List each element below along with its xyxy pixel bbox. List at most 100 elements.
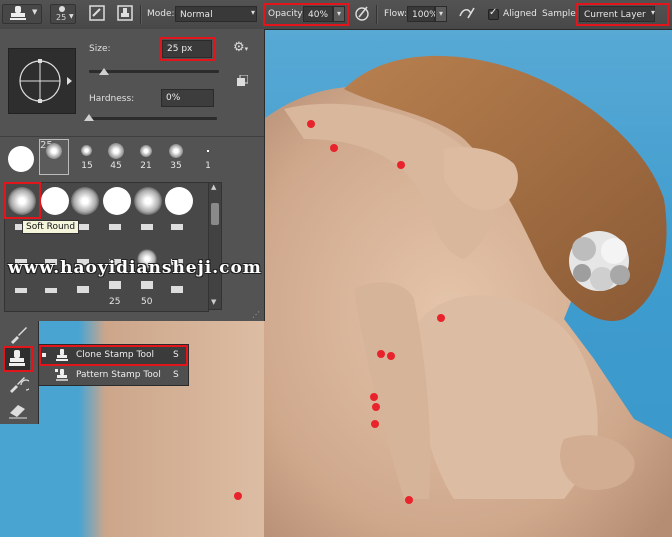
hardness-field[interactable]: 0% [161, 89, 214, 107]
brush-tool-icon [11, 327, 27, 344]
marker-dot [397, 161, 405, 169]
brush-tooltip: Soft Round [22, 220, 80, 234]
aligned-label: Aligned [503, 9, 537, 19]
brush-preset[interactable] [141, 224, 153, 230]
pattern-stamp-tool-label: Pattern Stamp Tool [76, 370, 161, 380]
hardness-label: Hardness: [89, 94, 135, 104]
scroll-up-icon[interactable]: ▲ [211, 183, 216, 191]
brush-size-picker[interactable]: 25 ▼ [50, 4, 76, 24]
soft-round-highlight [4, 182, 41, 219]
clone-stamp-highlight [3, 346, 34, 372]
flow-field[interactable]: 100% [407, 6, 438, 22]
brush-preset[interactable] [171, 224, 183, 230]
chevron-down-icon: ▾ [244, 45, 249, 53]
recent-brush-size: 21 [140, 161, 152, 171]
brush-preset[interactable] [109, 281, 121, 289]
clone-source-toggle[interactable] [116, 4, 134, 24]
recent-brush-size: 1 [205, 161, 211, 171]
chevron-down-icon: ▼ [69, 13, 74, 20]
recent-brush[interactable]: 1 [193, 139, 223, 175]
marker-dot [370, 393, 378, 401]
marker-dot [387, 352, 395, 360]
new-preset-icon [237, 74, 249, 86]
brush-preset[interactable] [77, 286, 89, 293]
mode-select[interactable]: Normal [175, 6, 257, 22]
flow-label: Flow: [384, 9, 408, 19]
marker-dot [330, 144, 338, 152]
recent-brushes-row: 25 15 45 21 35 1 [0, 136, 264, 179]
pressure-opacity-button[interactable] [353, 4, 371, 24]
clone-source-icon [117, 5, 133, 21]
size-slider-knob[interactable] [99, 68, 109, 75]
brush-size-value: 25 [56, 13, 67, 22]
brush-preset-size: 25 [109, 297, 121, 307]
brush-preset[interactable] [71, 187, 99, 215]
eraser-icon [9, 405, 27, 419]
aligned-checkbox[interactable]: ✓ [488, 7, 499, 20]
brush-preset[interactable] [165, 187, 193, 215]
history-brush-tool-button[interactable] [7, 375, 32, 395]
clone-stamp-menu-highlight [39, 345, 188, 366]
marker-dot [377, 350, 385, 358]
recent-brush[interactable]: 15 [72, 139, 102, 175]
brush-grid-scrollbar[interactable]: ▲ ▼ [208, 182, 222, 310]
brush-panel-toggle[interactable] [88, 4, 106, 24]
marker-dot [437, 314, 445, 322]
brush-preset[interactable] [109, 224, 121, 230]
history-brush-icon [10, 377, 32, 393]
brush-preset[interactable] [134, 187, 162, 215]
airbrush-button[interactable] [458, 4, 476, 24]
brush-tip-dot [59, 6, 65, 12]
eraser-tool-button[interactable] [7, 399, 29, 419]
pattern-stamp-icon [55, 369, 68, 381]
pressure-pen-icon [355, 6, 369, 21]
brush-angle-preview[interactable] [8, 48, 76, 114]
marker-dot [307, 120, 315, 128]
brush-preset[interactable] [15, 288, 27, 293]
mode-label: Mode: [147, 9, 175, 19]
recent-brush-size: 35 [170, 161, 182, 171]
brush-preset-size: 50 [141, 297, 153, 307]
marker-dot [371, 420, 379, 428]
pattern-stamp-tool-menu-item[interactable]: Pattern Stamp Tool S [39, 366, 188, 385]
gear-icon: ⚙ [233, 40, 245, 55]
brush-preset[interactable] [41, 187, 69, 215]
new-preset-button[interactable] [236, 74, 249, 90]
recent-brush[interactable]: 35 [161, 139, 191, 175]
size-label: Size: [89, 44, 111, 54]
checkmark-icon: ✓ [489, 7, 498, 18]
brush-settings-button[interactable]: ⚙▾ [233, 40, 248, 55]
brush-preset[interactable] [103, 187, 131, 215]
recent-brush-size: 45 [110, 161, 122, 171]
opacity-highlight [263, 3, 349, 26]
brush-tool-button[interactable] [7, 325, 29, 345]
marker-dot [234, 492, 242, 500]
recent-brush-hard[interactable] [8, 146, 34, 172]
recent-brush[interactable]: 45 [101, 139, 131, 175]
recent-brush-selected[interactable]: 25 [39, 139, 69, 175]
size-highlight [159, 37, 216, 61]
recent-brush-size: 15 [81, 161, 93, 171]
recent-brush[interactable]: 21 [131, 139, 161, 175]
photo-figure [264, 55, 672, 537]
chevron-down-icon: ▼ [32, 8, 38, 16]
brush-preset[interactable] [45, 288, 57, 293]
brush-panel-icon [89, 5, 105, 21]
scroll-down-icon[interactable]: ▼ [211, 298, 216, 306]
tool-preset-picker[interactable]: ▼ [2, 4, 42, 24]
airbrush-icon [459, 7, 475, 19]
hair-flower [569, 231, 630, 291]
toolbar-divider [140, 5, 142, 24]
resize-grip-icon[interactable]: ⋰ [252, 310, 260, 319]
photo-canvas[interactable] [264, 29, 672, 537]
brush-preset[interactable] [171, 286, 183, 293]
hardness-slider-track[interactable] [87, 117, 217, 120]
toolbar-divider [376, 5, 378, 24]
chevron-down-icon[interactable]: ▾ [247, 6, 259, 22]
brush-preset[interactable] [141, 281, 153, 289]
hardness-slider-knob[interactable] [84, 114, 94, 121]
sample-label: Sample: [542, 9, 579, 19]
chevron-down-icon[interactable]: ▾ [435, 6, 447, 22]
scroll-thumb[interactable] [211, 203, 219, 225]
brush-angle-icon [19, 59, 72, 103]
